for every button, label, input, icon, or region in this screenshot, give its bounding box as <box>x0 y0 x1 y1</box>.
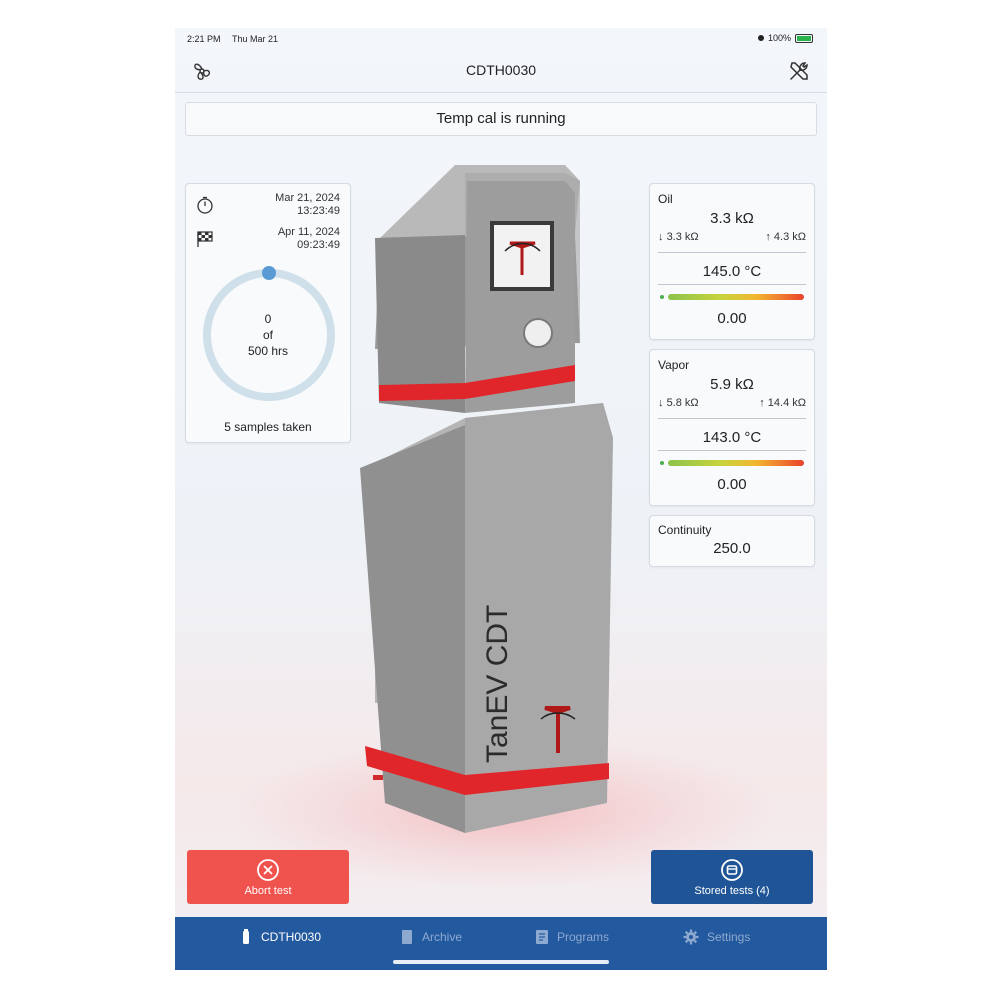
status-day: Thu Mar 21 <box>232 34 279 44</box>
abort-test-label: Abort test <box>244 885 292 897</box>
close-circle-icon <box>257 859 279 881</box>
tab-settings-label: Settings <box>707 930 751 944</box>
archive-icon <box>402 930 412 944</box>
oil-temperature: 145.0 °C <box>702 263 762 280</box>
oil-card: Oil 3.3 kΩ ↓ 3.3 kΩ ↑ 4.3 kΩ 145.0 °C 0.… <box>649 183 815 340</box>
start-row: Mar 21, 2024 13:23:49 <box>194 192 344 222</box>
battery-percent: 100% <box>767 33 791 43</box>
device-icon <box>243 929 249 944</box>
divider <box>658 284 806 285</box>
vapor-resistance: 5.9 kΩ <box>710 376 754 393</box>
home-indicator[interactable] <box>393 960 609 964</box>
tab-archive-label: Archive <box>422 930 463 944</box>
vapor-min: ↓ 5.8 kΩ <box>658 397 699 409</box>
vapor-temperature: 143.0 °C <box>702 429 762 446</box>
stopwatch-icon <box>197 196 213 214</box>
progress-ring-marker <box>262 266 276 280</box>
vapor-level-dot <box>660 461 664 465</box>
device-illustration: TanEV CDT <box>360 165 613 833</box>
ring-value: 0 <box>264 312 272 326</box>
end-row: Apr 11, 2024 09:23:49 <box>194 226 344 256</box>
tab-archive[interactable]: Archive <box>400 917 462 957</box>
oil-title: Oil <box>658 192 673 206</box>
tab-programs[interactable]: Programs <box>535 917 609 957</box>
start-time: 13:23:49 <box>297 205 340 217</box>
stored-tests-label: Stored tests (4) <box>694 885 770 897</box>
divider <box>658 252 806 253</box>
continuity-title: Continuity <box>658 523 712 537</box>
abort-test-button[interactable]: Abort test <box>187 850 349 904</box>
nav-bar: CDTH0030 <box>175 50 827 93</box>
stored-tests-icon <box>721 859 743 881</box>
device-brand-text: TanEV CDT <box>481 605 514 763</box>
oil-gauge-bar <box>668 294 804 300</box>
tab-settings[interactable]: Settings <box>683 917 750 957</box>
vapor-value: 0.00 <box>717 476 747 493</box>
tab-programs-label: Programs <box>557 930 610 944</box>
stored-tests-button[interactable]: Stored tests (4) <box>651 850 813 904</box>
tablet-screen: 2:21 PM Thu Mar 21 100% CDTH0030 Temp ca… <box>175 28 827 970</box>
oil-level-dot <box>660 295 664 299</box>
orientation-lock-icon <box>757 35 764 41</box>
battery-icon <box>795 33 813 43</box>
programs-icon <box>536 930 548 944</box>
oil-max: ↑ 4.3 kΩ <box>765 231 806 243</box>
ring-of: of <box>262 328 273 342</box>
status-time: 2:21 PM <box>187 34 221 44</box>
tab-device-label: CDTH0030 <box>261 930 322 944</box>
continuity-value: 250.0 <box>713 540 751 557</box>
checkered-flag-icon <box>197 231 213 247</box>
end-time: 09:23:49 <box>297 239 340 251</box>
oil-resistance: 3.3 kΩ <box>710 210 754 227</box>
tab-device[interactable]: CDTH0030 <box>239 917 321 957</box>
progress-card: Mar 21, 2024 13:23:49 Apr 11, 2024 09:23… <box>185 183 351 443</box>
vapor-title: Vapor <box>658 358 690 372</box>
end-date: Apr 11, 2024 <box>277 226 340 238</box>
samples-count: 5 samples taken <box>224 420 312 434</box>
status-banner: Temp cal is running <box>185 102 817 136</box>
status-right: 100% <box>757 33 813 43</box>
oil-min: ↓ 3.3 kΩ <box>658 231 699 243</box>
tools-icon[interactable] <box>787 59 811 83</box>
vapor-card: Vapor 5.9 kΩ ↓ 5.8 kΩ ↑ 14.4 kΩ 143.0 °C… <box>649 349 815 506</box>
ring-total: 500 hrs <box>247 344 289 358</box>
status-bar: 2:21 PM Thu Mar 21 100% <box>175 28 827 50</box>
divider <box>658 418 806 419</box>
divider <box>658 450 806 451</box>
start-date: Mar 21, 2024 <box>275 192 340 204</box>
gear-icon <box>683 929 699 945</box>
page-title: CDTH0030 <box>465 62 537 78</box>
vapor-gauge-bar <box>668 460 804 466</box>
continuity-card: Continuity 250.0 <box>649 515 815 567</box>
vapor-max: ↑ 14.4 kΩ <box>759 397 806 409</box>
oil-value: 0.00 <box>717 310 747 327</box>
